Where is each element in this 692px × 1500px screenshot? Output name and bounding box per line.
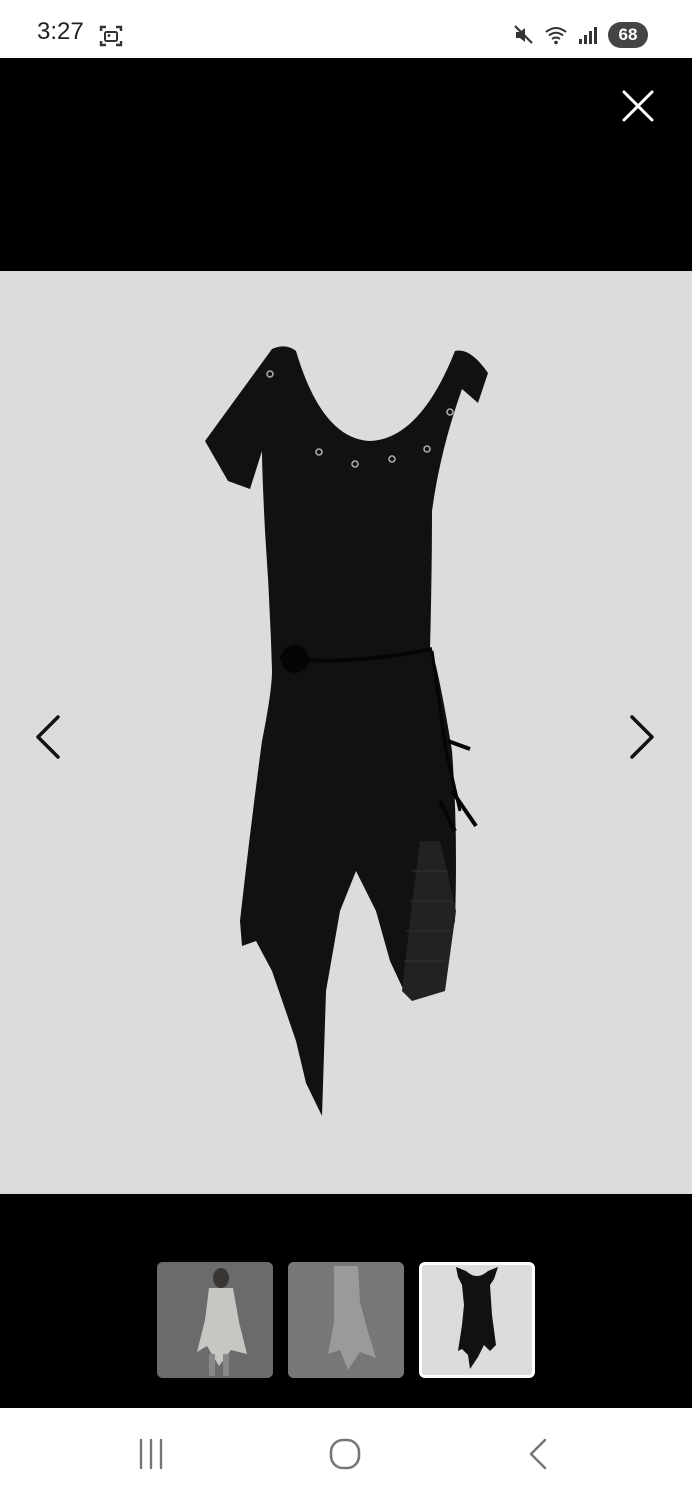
mute-icon (514, 25, 533, 44)
next-image-button[interactable] (618, 707, 666, 767)
chevron-left-icon (36, 715, 60, 759)
signal-icon (579, 27, 597, 44)
thumbnail-black-dress[interactable] (419, 1262, 535, 1378)
status-time: 3:27 (37, 18, 84, 45)
image-viewer (0, 58, 692, 1408)
wifi-icon (545, 27, 567, 45)
chevron-right-icon (630, 715, 654, 759)
status-bar: 3:27 68 (0, 0, 692, 58)
product-photo-black-dress (205, 346, 488, 1116)
thumbnail-image (157, 1262, 273, 1378)
recents-button[interactable] (121, 1432, 181, 1476)
battery-icon: 68 (608, 22, 648, 48)
thumbnail-image (288, 1262, 404, 1378)
thumbnail-model-white-dress[interactable] (157, 1262, 273, 1378)
recents-icon (139, 1438, 163, 1470)
thumbnail-image (422, 1265, 532, 1375)
previous-image-button[interactable] (24, 707, 72, 767)
home-icon (329, 1438, 361, 1470)
back-icon (529, 1438, 547, 1470)
thumbnail-strip (157, 1262, 535, 1378)
close-icon (622, 90, 654, 122)
back-button[interactable] (509, 1432, 569, 1476)
thumbnail-white-dress[interactable] (288, 1262, 404, 1378)
status-icons: 68 (512, 20, 648, 50)
screenshot-icon (99, 25, 123, 47)
close-button[interactable] (612, 80, 664, 132)
image-stage (0, 271, 692, 1194)
system-nav-bar (0, 1408, 692, 1500)
home-button[interactable] (315, 1432, 375, 1476)
